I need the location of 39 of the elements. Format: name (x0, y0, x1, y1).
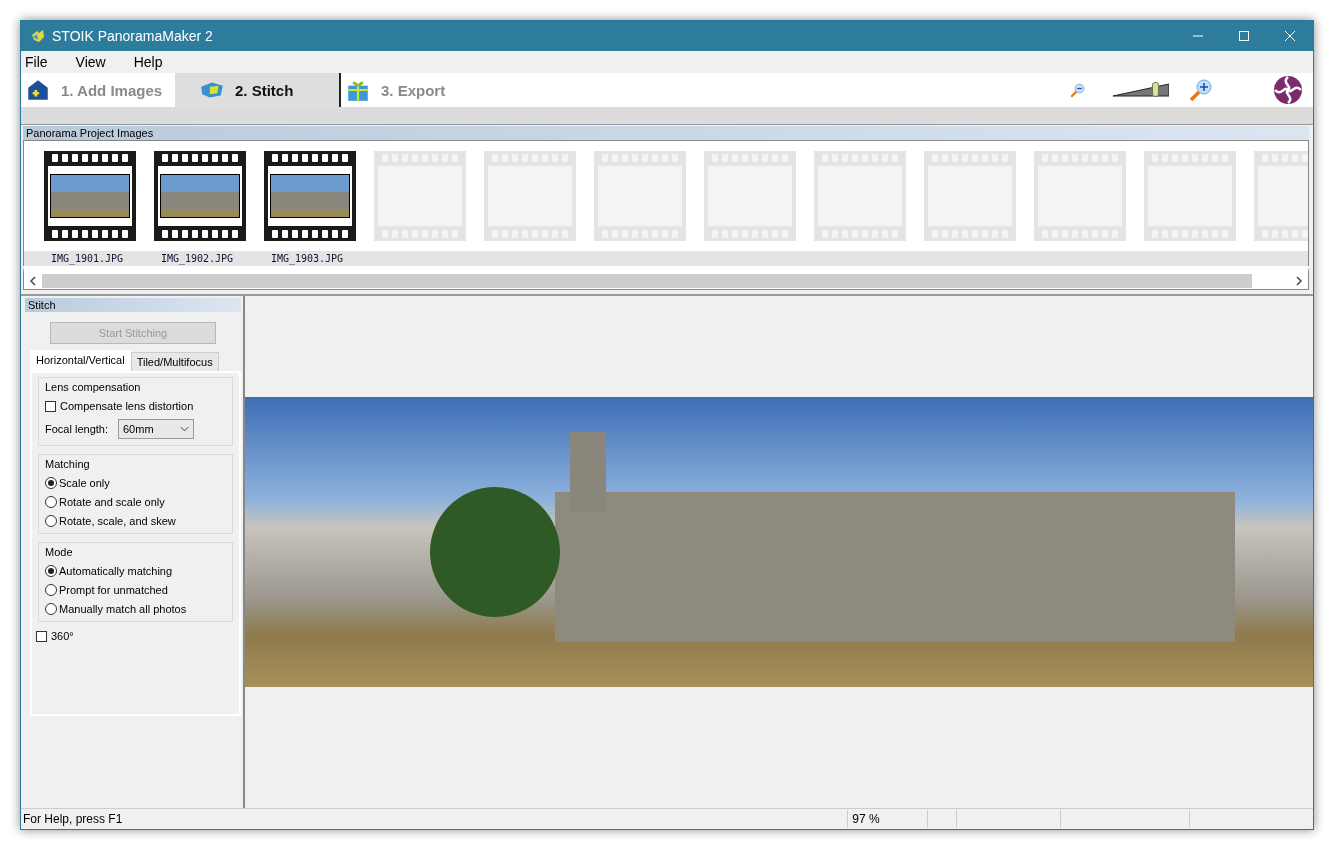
menu-item[interactable]: File (21, 54, 52, 70)
step-tab[interactable]: 3. Export (341, 73, 495, 107)
chevron-down-icon (180, 426, 189, 432)
group-title: Lens compensation (45, 381, 142, 393)
chevron-left-icon[interactable] (30, 275, 36, 286)
field-label: Focal length: (45, 423, 108, 435)
file-name: IMG_1902.JPG (159, 252, 235, 266)
menu-item[interactable]: View (71, 54, 110, 70)
film-frame[interactable] (44, 151, 136, 241)
window-title: STOIK PanoramaMaker 2 (52, 28, 213, 44)
film-frame[interactable] (154, 151, 246, 241)
step-tab[interactable]: 2. Stitch (175, 73, 341, 107)
radio-option[interactable]: Rotate and scale only (45, 496, 226, 508)
zoom-slider[interactable] (1113, 82, 1169, 98)
chevron-right-icon[interactable] (1296, 275, 1302, 286)
zoom-out-icon[interactable] (1069, 81, 1087, 99)
horizontal-scrollbar[interactable] (23, 266, 1309, 290)
radio-option[interactable]: Scale only (45, 477, 226, 489)
film-frame[interactable] (264, 151, 356, 241)
compensate-checkbox[interactable]: Compensate lens distortion (45, 400, 226, 412)
full-circle-checkbox[interactable]: 360° (36, 630, 233, 642)
group-title: Mode (45, 546, 74, 558)
puzzle-icon (30, 28, 46, 44)
file-name: IMG_1903.JPG (269, 252, 345, 266)
file-name: IMG_1901.JPG (49, 252, 125, 266)
zoom-in-icon[interactable] (1189, 78, 1213, 102)
group-title: Matching (45, 458, 91, 470)
tab[interactable]: Tiled/Multifocus (130, 352, 219, 371)
panel-header: Stitch (25, 298, 241, 312)
zoom-percentage: 97 % (847, 810, 928, 828)
radio-option[interactable]: Automatically matching (45, 565, 226, 577)
focal-length-dropdown[interactable]: 60mm (118, 419, 194, 439)
tab[interactable]: Horizontal/Vertical (30, 350, 131, 371)
menu-item[interactable]: Help (129, 54, 167, 70)
panel-header: Panorama Project Images (23, 126, 1309, 140)
radio-option[interactable]: Manually match all photos (45, 603, 226, 615)
radio-option[interactable]: Prompt for unmatched (45, 584, 226, 596)
radio-option[interactable]: Rotate, scale, and skew (45, 515, 226, 527)
status-text: For Help, press F1 (22, 812, 124, 826)
